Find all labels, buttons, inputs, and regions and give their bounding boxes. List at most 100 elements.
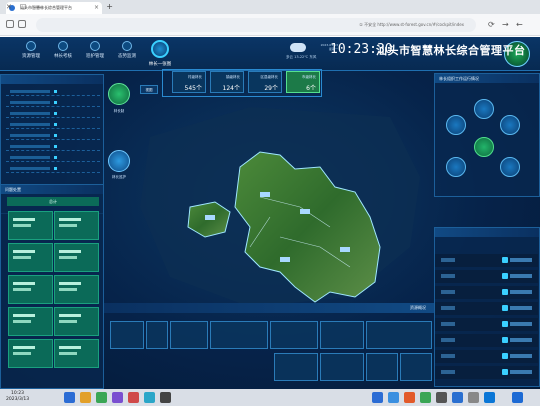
map-marker[interactable]	[260, 192, 270, 197]
resource-card[interactable]	[210, 321, 268, 349]
kpi-card[interactable]: 市级林长 6个	[286, 71, 320, 93]
issue-cell[interactable]	[54, 211, 99, 240]
kpi-card[interactable]: 村级林长 545个	[172, 71, 206, 93]
list-item[interactable]	[435, 254, 538, 267]
back-icon[interactable]: ←	[516, 19, 523, 31]
resource-card[interactable]	[366, 353, 398, 381]
app-icon[interactable]	[420, 392, 431, 403]
cell-text	[13, 250, 35, 253]
list-value	[441, 354, 455, 358]
app-icon[interactable]	[388, 392, 399, 403]
org-node-center[interactable]	[474, 137, 494, 157]
app-icon[interactable]	[372, 392, 383, 403]
resource-card[interactable]	[170, 321, 208, 349]
org-node[interactable]	[446, 157, 466, 177]
map-area[interactable]	[130, 97, 430, 317]
patrol-button[interactable]	[108, 150, 130, 172]
taskbar-date: 2023/3/13	[6, 397, 30, 402]
map-marker[interactable]	[340, 247, 350, 252]
kpi-card[interactable]: 区县级林长 29个	[248, 71, 282, 93]
app-icon[interactable]	[436, 392, 447, 403]
resource-card[interactable]	[366, 321, 432, 349]
view-toggle-button[interactable]: 视图	[140, 85, 158, 94]
window-minimize-button[interactable]: —	[34, 1, 41, 13]
issue-cell[interactable]	[54, 339, 99, 368]
resource-card[interactable]	[274, 353, 318, 381]
browser-tab-bar: 汕头市智慧林长综合管理平台 × + ✕ ☐ —	[0, 0, 540, 14]
org-node[interactable]	[446, 115, 466, 135]
resource-card[interactable]	[400, 353, 432, 381]
list-item[interactable]	[6, 142, 100, 151]
list-item[interactable]	[6, 153, 100, 162]
app-icon[interactable]	[144, 392, 155, 403]
issue-cell[interactable]	[54, 307, 99, 336]
nav-item-monitor[interactable]: 态势监测	[112, 41, 142, 59]
app-icon[interactable]	[484, 392, 495, 403]
list-item[interactable]	[435, 334, 538, 347]
list-item[interactable]	[6, 164, 100, 173]
org-node[interactable]	[474, 99, 494, 119]
weather-text: 多云 13-22℃ 东风	[286, 55, 317, 59]
issue-cell[interactable]	[8, 275, 53, 304]
app-icon[interactable]	[452, 392, 463, 403]
list-item[interactable]	[6, 109, 100, 118]
nav-home[interactable]: 林长一张图	[138, 37, 182, 71]
issue-cell[interactable]	[54, 275, 99, 304]
map-marker[interactable]	[300, 209, 310, 214]
list-value	[441, 322, 455, 326]
app-icon[interactable]	[404, 392, 415, 403]
list-item[interactable]	[6, 87, 100, 96]
resource-card[interactable]	[320, 321, 364, 349]
list-key	[510, 290, 532, 294]
app-icon[interactable]	[64, 392, 75, 403]
resource-card[interactable]	[270, 321, 318, 349]
list-item[interactable]	[435, 350, 538, 363]
window-close-button[interactable]: ✕	[6, 1, 12, 13]
tab-close-icon[interactable]: ×	[94, 2, 99, 14]
issue-cell[interactable]	[54, 243, 99, 272]
list-item[interactable]	[435, 318, 538, 331]
issue-cell[interactable]	[8, 339, 53, 368]
list-item[interactable]	[6, 98, 100, 107]
issue-cell[interactable]	[8, 243, 53, 272]
forward-icon[interactable]: →	[502, 19, 509, 31]
profile-icon[interactable]	[18, 20, 26, 28]
org-node[interactable]	[500, 115, 520, 135]
home-ring-icon	[151, 40, 169, 58]
app-icon[interactable]	[128, 392, 139, 403]
app-icon[interactable]	[96, 392, 107, 403]
map-marker[interactable]	[205, 215, 215, 220]
window-maximize-button[interactable]: ☐	[20, 1, 26, 13]
url-field[interactable]: ① 不安全 http://www.st-forest.gov.cn/#/cock…	[36, 18, 476, 32]
start-icon[interactable]	[512, 392, 523, 403]
person-icon	[502, 337, 508, 343]
org-node[interactable]	[500, 157, 520, 177]
issue-cell[interactable]	[8, 307, 53, 336]
list-item[interactable]	[435, 302, 538, 315]
nav-item-assessment[interactable]: 林长考核	[48, 41, 78, 59]
list-item[interactable]	[435, 270, 538, 283]
nav-item-resources[interactable]: 资源管理	[16, 41, 46, 59]
app-icon[interactable]	[160, 392, 171, 403]
list-item[interactable]	[6, 131, 100, 140]
kpi-value: 29个	[264, 85, 278, 92]
app-icon[interactable]	[80, 392, 91, 403]
nav-item-patrol[interactable]: 巡护管理	[80, 41, 110, 59]
app-icon[interactable]	[468, 392, 479, 403]
clock: 10:23:30	[330, 42, 393, 57]
resource-card[interactable]	[146, 321, 168, 349]
new-tab-button[interactable]: +	[106, 2, 113, 12]
resource-card[interactable]	[320, 353, 364, 381]
resource-card[interactable]	[110, 321, 144, 349]
app-icon[interactable]	[112, 392, 123, 403]
forest-chief-button[interactable]	[108, 83, 130, 105]
list-item[interactable]	[435, 366, 538, 379]
refresh-icon[interactable]: ⟳	[488, 19, 495, 31]
map-marker[interactable]	[280, 257, 290, 262]
list-item[interactable]	[6, 120, 100, 129]
list-item[interactable]	[435, 286, 538, 299]
kpi-card[interactable]: 镇级林长 124个	[210, 71, 244, 93]
issue-cell[interactable]	[8, 211, 53, 240]
menu-icon[interactable]	[6, 20, 14, 28]
org-panel: 林长组织工作运行情况	[434, 73, 540, 197]
